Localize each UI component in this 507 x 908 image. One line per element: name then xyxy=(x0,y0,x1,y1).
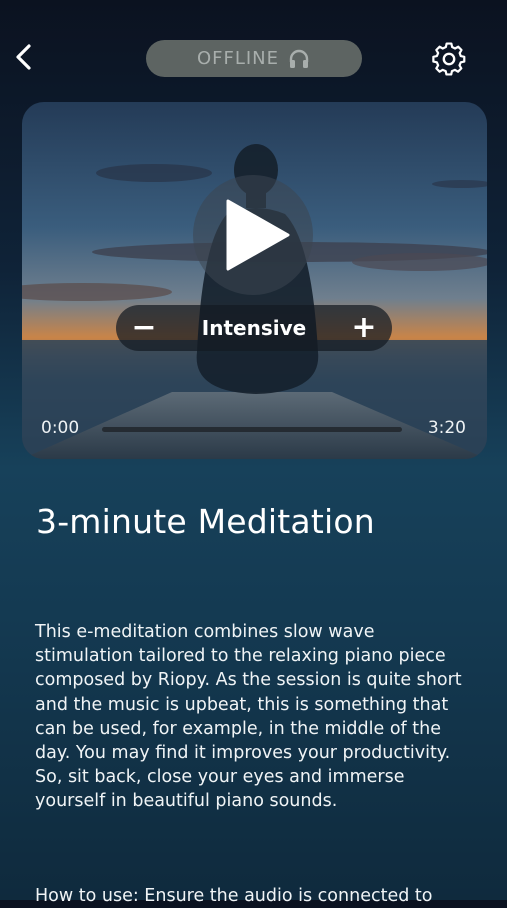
current-time: 0:00 xyxy=(41,418,80,438)
back-button[interactable] xyxy=(10,42,40,72)
top-bar: OFFLINE xyxy=(0,0,507,110)
how-to-use-text: How to use: Ensure the audio is connecte… xyxy=(35,886,433,906)
play-button[interactable] xyxy=(193,175,313,295)
total-time: 3:20 xyxy=(427,418,466,438)
intensity-label: Intensive xyxy=(201,316,307,340)
player-card: − Intensive + 0:00 3:20 xyxy=(22,102,487,459)
session-title: 3-minute Meditation xyxy=(36,502,375,541)
settings-button[interactable] xyxy=(431,41,467,77)
increase-intensity-button[interactable]: + xyxy=(336,305,392,351)
gear-icon xyxy=(432,42,466,76)
play-icon xyxy=(226,199,290,271)
offline-status-badge: OFFLINE xyxy=(146,40,362,77)
progress-bar[interactable] xyxy=(102,427,402,432)
decrease-intensity-button[interactable]: − xyxy=(116,305,172,351)
session-description: This e-meditation combines slow wave sti… xyxy=(35,622,462,812)
headphones-icon xyxy=(289,49,309,68)
chevron-left-icon xyxy=(16,44,31,70)
intensity-selector: − Intensive + xyxy=(116,305,392,351)
offline-label: OFFLINE xyxy=(196,48,280,69)
